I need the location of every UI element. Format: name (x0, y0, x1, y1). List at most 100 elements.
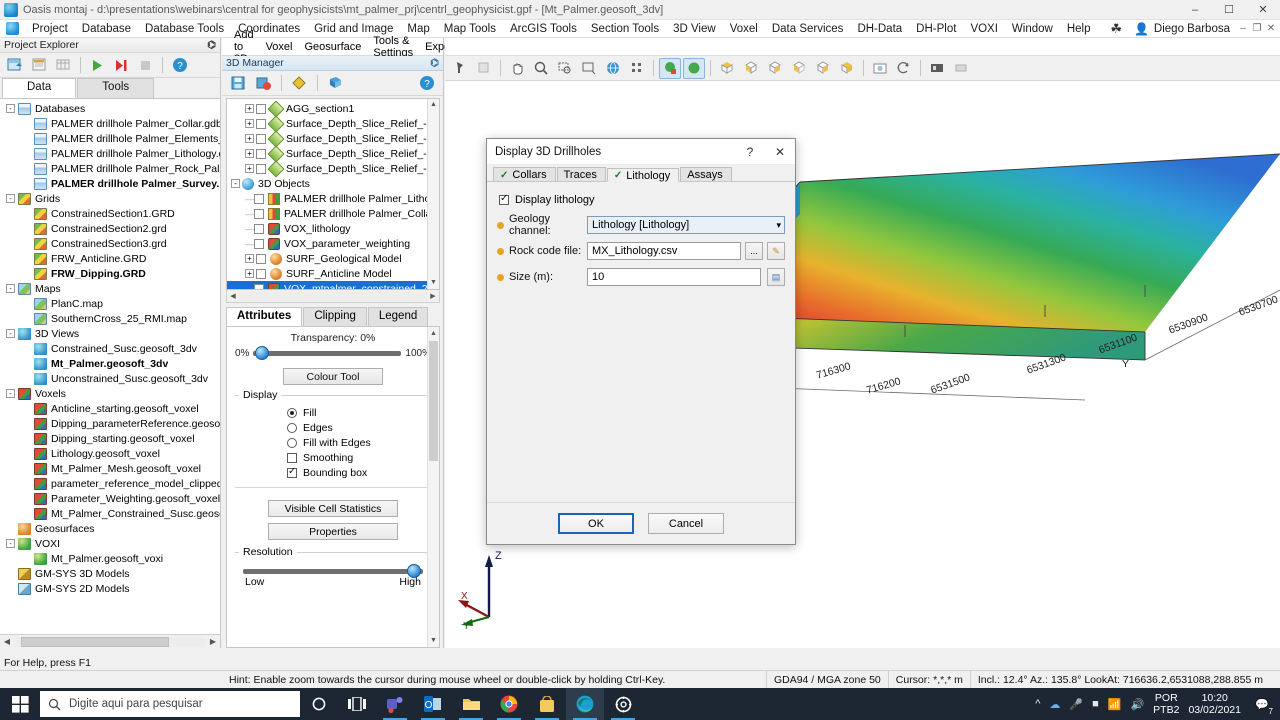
tree-item[interactable]: - Grids (0, 191, 220, 206)
manager-tree-expander-icon[interactable]: + (245, 254, 254, 263)
view-iso-icon[interactable] (836, 58, 858, 79)
zoom-window-icon[interactable] (554, 58, 576, 79)
radio-icon[interactable] (287, 408, 297, 418)
tree-item[interactable]: Mt_Palmer_Constrained_Susc.geosoft_v (0, 506, 220, 521)
add-object-icon[interactable] (253, 73, 274, 93)
cortana-icon[interactable] (300, 688, 338, 720)
window-close-button[interactable]: ✕ (1246, 0, 1280, 20)
menu-item-help[interactable]: Help (1060, 23, 1098, 35)
tree-item[interactable]: - 3D Views (0, 326, 220, 341)
tree-item[interactable]: Dipping_starting.geosoft_voxel (0, 431, 220, 446)
radio-icon[interactable] (287, 423, 297, 433)
manager-visibility-checkbox[interactable] (256, 163, 266, 174)
tree-item[interactable]: Unconstrained_Susc.geosoft_3dv (0, 371, 220, 386)
manager-visibility-checkbox[interactable] (254, 193, 264, 204)
menu-item-database[interactable]: Database (75, 23, 138, 35)
user-avatar-icon[interactable]: 👤 (1134, 22, 1149, 36)
menu-item-dh-data[interactable]: DH-Data (850, 23, 909, 35)
scroll-left-icon[interactable]: ◀ (0, 637, 14, 646)
notification-center-icon[interactable]: 💬 7 (1250, 688, 1274, 720)
edge-icon[interactable] (566, 688, 604, 720)
checkbox-icon[interactable] (287, 466, 297, 478)
mm-scroll-track[interactable] (239, 291, 427, 301)
tree-expander-icon[interactable]: - (6, 539, 15, 548)
manager-visibility-checkbox[interactable] (256, 253, 266, 264)
manager-tree-vscrollbar[interactable]: ▲ ▼ (427, 99, 439, 289)
mm-scroll-left-icon[interactable]: ◀ (227, 292, 239, 300)
tree-item[interactable]: GM-SYS 2D Models (0, 581, 220, 596)
wifi-icon[interactable]: 📶 (1108, 698, 1122, 711)
scroll-down-icon[interactable]: ▼ (428, 277, 439, 289)
tree-item[interactable]: GM-SYS 3D Models (0, 566, 220, 581)
manager-menu-geosurface[interactable]: Geosurface (299, 41, 368, 53)
clock[interactable]: 10:20 03/02/2021 (1188, 692, 1241, 716)
manager-visibility-checkbox[interactable] (254, 208, 264, 219)
battery-icon[interactable]: ■ (1092, 698, 1099, 710)
mm-scroll-right-icon[interactable]: ▶ (427, 292, 439, 300)
dialog-tab-assays[interactable]: Assays (680, 167, 732, 181)
display-lithology-check-icon[interactable] (499, 193, 509, 205)
tree-item[interactable]: Dipping_parameterReference.geosoft_v. (0, 416, 220, 431)
drillhole-settings-icon[interactable] (683, 57, 705, 79)
menu-item-window[interactable]: Window (1005, 23, 1060, 35)
new-project-icon[interactable] (5, 55, 26, 75)
tree-item[interactable]: PALMER drillhole Palmer_Lithology.gdb (0, 146, 220, 161)
manager-tab-legend[interactable]: Legend (367, 307, 429, 326)
chrome-icon[interactable] (490, 688, 528, 720)
channel-picker-icon[interactable]: ▤ (767, 268, 785, 286)
onedrive-icon[interactable]: ☁ (1049, 698, 1060, 711)
menu-item-map[interactable]: Map (400, 23, 436, 35)
attributes-vscrollbar[interactable]: ▲ ▼ (427, 327, 439, 647)
transparency-slider-row[interactable]: 0% 100% (227, 346, 439, 360)
show-hidden-icons-icon[interactable]: ^ (1035, 698, 1040, 710)
tree-item[interactable]: - Databases (0, 101, 220, 116)
tree-item[interactable]: PALMER drillhole Palmer_Rock_Palmer. (0, 161, 220, 176)
menu-item-grid-and-image[interactable]: Grid and Image (307, 23, 400, 35)
tree-item[interactable]: ConstrainedSection1.GRD (0, 206, 220, 221)
attr-scroll-down-icon[interactable]: ▼ (428, 634, 439, 647)
manager-tree-item[interactable]: + Surface_Depth_Slice_Relief_-350 (227, 160, 439, 177)
resolution-slider-knob[interactable] (407, 564, 421, 578)
zoom-fit-icon[interactable] (578, 58, 600, 79)
tree-expander-icon[interactable]: - (6, 389, 15, 398)
dialog-help-button[interactable]: ? (735, 139, 765, 165)
tree-item[interactable]: FRW_Anticline.GRD (0, 251, 220, 266)
view-back-icon[interactable] (788, 58, 810, 79)
tree-expander-icon[interactable]: - (6, 329, 15, 338)
scroll-thumb[interactable] (21, 636, 169, 647)
run-to-end-icon[interactable] (111, 55, 132, 75)
tree-expander-icon[interactable]: - (6, 104, 15, 113)
project-explorer-hscrollbar[interactable]: ◀ ▶ (0, 634, 220, 648)
tree-item[interactable]: Mt_Palmer.geosoft_3dv (0, 356, 220, 371)
manager-tree-item[interactable]: — PALMER drillhole Palmer_Collars (227, 206, 439, 221)
mdi-restore-button[interactable]: ❐ (1250, 23, 1264, 34)
scroll-up-icon[interactable]: ▲ (428, 99, 439, 111)
manager-tree-expander-icon[interactable]: + (245, 269, 254, 278)
tree-item[interactable]: parameter_reference_model_clipped.geo (0, 476, 220, 491)
manager-pin-icon[interactable]: ⌬ (430, 58, 439, 69)
globe-view-icon[interactable] (602, 58, 624, 79)
save-3d-view-icon[interactable] (228, 73, 249, 93)
menu-item-dh-plot[interactable]: DH-Plot (909, 23, 963, 35)
transparency-slider-knob[interactable] (255, 346, 270, 360)
manager-visibility-checkbox[interactable] (256, 103, 266, 114)
window-minimize-button[interactable]: – (1178, 0, 1212, 20)
pe-tab-data[interactable]: Data (2, 78, 77, 98)
dialog-close-button[interactable]: ✕ (765, 139, 795, 165)
manager-tab-attributes[interactable]: Attributes (226, 307, 303, 326)
menu-item-database-tools[interactable]: Database Tools (138, 23, 231, 35)
menu-item-arcgis-tools[interactable]: ArcGIS Tools (503, 23, 584, 35)
attr-scroll-up-icon[interactable]: ▲ (428, 327, 439, 340)
view-front-icon[interactable] (740, 58, 762, 79)
manager-tree-item[interactable]: - 3D Objects (227, 176, 439, 191)
manager-tree-item[interactable]: + SURF_Geological Model (227, 251, 439, 266)
zoom-icon[interactable] (530, 58, 552, 79)
browse-button[interactable]: ... (745, 242, 763, 260)
scroll-track[interactable] (15, 636, 205, 647)
manager-tree-item[interactable]: — VOX_lithology (227, 221, 439, 236)
drillhole-display-icon[interactable] (659, 57, 681, 79)
user-name[interactable]: Diego Barbosa (1154, 23, 1230, 35)
tree-item[interactable]: FRW_Dipping.GRD (0, 266, 220, 281)
mdi-minimize-button[interactable]: – (1236, 23, 1250, 34)
visible-cell-statistics-button[interactable]: Visible Cell Statistics (268, 500, 398, 517)
